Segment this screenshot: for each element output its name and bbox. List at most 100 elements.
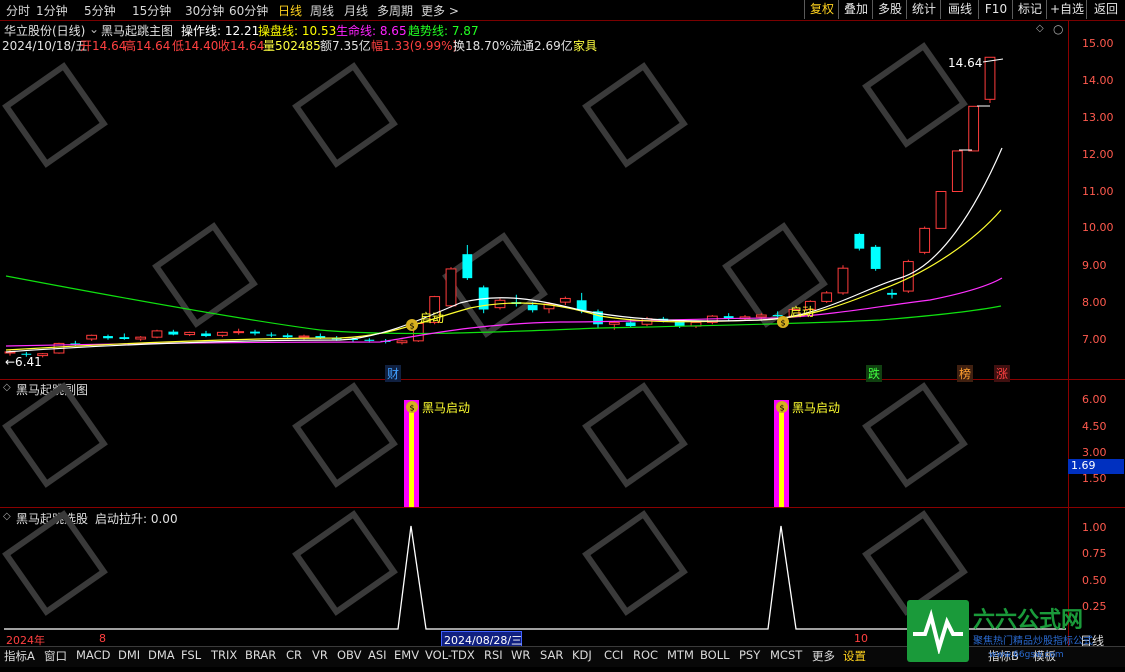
indicator-tab-psy[interactable]: PSY <box>739 648 760 662</box>
indicator-tab-roc[interactable]: ROC <box>633 648 658 662</box>
indicator-tab-settings[interactable]: 设置 <box>843 648 866 664</box>
sub-signal-label: 黑马启动 <box>422 401 471 415</box>
indicator-tab-emv[interactable]: EMV <box>394 648 419 662</box>
signal-bar-core <box>779 404 784 507</box>
right-button-watchlist[interactable]: +自选 <box>1046 0 1087 19</box>
right-button-stats[interactable]: 统计 <box>906 0 941 19</box>
indicator-tab-kdj[interactable]: KDJ <box>572 648 592 662</box>
right-button-back[interactable]: 返回 <box>1086 0 1125 19</box>
period-tab-daily[interactable]: 日线 <box>278 2 302 19</box>
indicator-tab-brar[interactable]: BRAR <box>245 648 276 662</box>
select-y-tick: 0.50 <box>1082 574 1107 587</box>
period-tab-5min[interactable]: 5分钟 <box>84 2 116 19</box>
svg-text:$: $ <box>410 322 415 331</box>
indicator-tab-wr[interactable]: WR <box>511 648 530 662</box>
period-tab-multi[interactable]: 多周期 <box>377 2 413 19</box>
candle[interactable] <box>119 337 130 339</box>
candle[interactable] <box>445 268 457 307</box>
candle[interactable] <box>821 292 833 302</box>
candle[interactable] <box>216 331 228 336</box>
candle[interactable] <box>151 330 163 338</box>
candle[interactable] <box>462 254 473 279</box>
candle[interactable] <box>250 331 260 334</box>
indicator-tab-asi[interactable]: ASI <box>368 648 387 662</box>
logo-text: 六六公式网 <box>973 608 1084 633</box>
indicator-tab-macd[interactable]: MACD <box>76 648 110 662</box>
candle[interactable] <box>854 233 865 249</box>
candle[interactable] <box>233 331 245 334</box>
right-button-multi[interactable]: 多股 <box>872 0 907 19</box>
watermark <box>292 62 398 168</box>
period-tab-60min[interactable]: 60分钟 <box>229 2 268 19</box>
indicator-tab-rsi[interactable]: RSI <box>484 648 503 662</box>
indicator-tab-obv[interactable]: OBV <box>337 648 361 662</box>
start-signal-label: 启动 <box>420 311 445 325</box>
candle[interactable] <box>919 227 931 253</box>
period-tab-1min[interactable]: 1分钟 <box>36 2 68 19</box>
candle[interactable] <box>755 314 767 318</box>
period-tab-15min[interactable]: 15分钟 <box>132 2 171 19</box>
watermark <box>862 382 968 488</box>
candle[interactable] <box>298 335 310 338</box>
candle[interactable] <box>103 336 113 339</box>
right-button-restore[interactable]: 复权 <box>804 0 839 19</box>
candle[interactable] <box>984 56 996 100</box>
candle[interactable] <box>364 339 375 341</box>
indicator-tab-cr[interactable]: CR <box>286 648 302 662</box>
main-y-tick: 8.00 <box>1082 296 1107 309</box>
indicator-tab-sar[interactable]: SAR <box>540 648 563 662</box>
indicator-tab-fsl[interactable]: FSL <box>181 648 201 662</box>
current-value: 1.69 <box>1071 459 1096 472</box>
candle[interactable] <box>576 300 587 311</box>
svg-text:$: $ <box>780 404 785 413</box>
watermark <box>442 232 548 338</box>
period-tab-weekly[interactable]: 周线 <box>310 2 334 19</box>
candle[interactable] <box>887 292 897 295</box>
candle[interactable] <box>625 322 636 327</box>
period-tab-monthly[interactable]: 月线 <box>344 2 368 19</box>
candle[interactable] <box>282 335 293 338</box>
candle[interactable] <box>86 334 98 340</box>
indicator-tab-more[interactable]: 更多 <box>812 648 835 664</box>
indicator-tab-a[interactable]: 指标A <box>4 648 35 664</box>
candle[interactable] <box>870 246 881 269</box>
indicator-tab-boll[interactable]: BOLL <box>700 648 730 662</box>
right-button-overlay[interactable]: 叠加 <box>838 0 873 19</box>
candle[interactable] <box>266 334 277 336</box>
indicator-tab-trix[interactable]: TRIX <box>211 648 237 662</box>
period-tab-30min[interactable]: 30分钟 <box>185 2 224 19</box>
time-axis-month: 8 <box>99 632 106 645</box>
price-axis-divider <box>1068 20 1069 646</box>
indicator-tab-mtm[interactable]: MTM <box>667 648 694 662</box>
indicator-tab-dma[interactable]: DMA <box>148 648 175 662</box>
indicator-tab-mcst[interactable]: MCST <box>770 648 802 662</box>
candle[interactable] <box>935 191 947 229</box>
period-tab-timeshare[interactable]: 分时 <box>6 2 30 19</box>
candle[interactable] <box>559 297 571 303</box>
candle[interactable] <box>396 340 408 344</box>
indicator-tab-window[interactable]: 窗口 <box>44 648 67 664</box>
select-y-tick: 1.00 <box>1082 521 1107 534</box>
indicator-tab-cci[interactable]: CCI <box>604 648 623 662</box>
right-button-f10[interactable]: F10 <box>978 0 1013 19</box>
candle[interactable] <box>135 336 147 340</box>
sub-chart[interactable]: $ $ <box>0 380 1068 507</box>
indicator-tab-dmi[interactable]: DMI <box>118 648 140 662</box>
right-button-draw[interactable]: 画线 <box>940 0 979 19</box>
candle[interactable] <box>527 305 538 311</box>
candle[interactable] <box>837 267 849 294</box>
indicator-tab-vol-tdx[interactable]: VOL-TDX <box>425 648 475 662</box>
candle[interactable] <box>608 321 620 325</box>
right-button-mark[interactable]: 标记 <box>1012 0 1047 19</box>
candle[interactable] <box>968 105 980 152</box>
candle[interactable] <box>772 315 783 317</box>
main-candle-chart[interactable]: $ $ <box>0 20 1068 379</box>
candle[interactable] <box>184 331 196 336</box>
candle[interactable] <box>201 333 211 337</box>
period-tab-more[interactable]: 更多 > <box>421 2 459 19</box>
logo-url: www.66gsw.com <box>989 650 1064 660</box>
indicator-tab-vr[interactable]: VR <box>312 648 328 662</box>
watermark <box>582 382 688 488</box>
candle[interactable] <box>168 331 179 335</box>
candle[interactable] <box>951 150 963 192</box>
